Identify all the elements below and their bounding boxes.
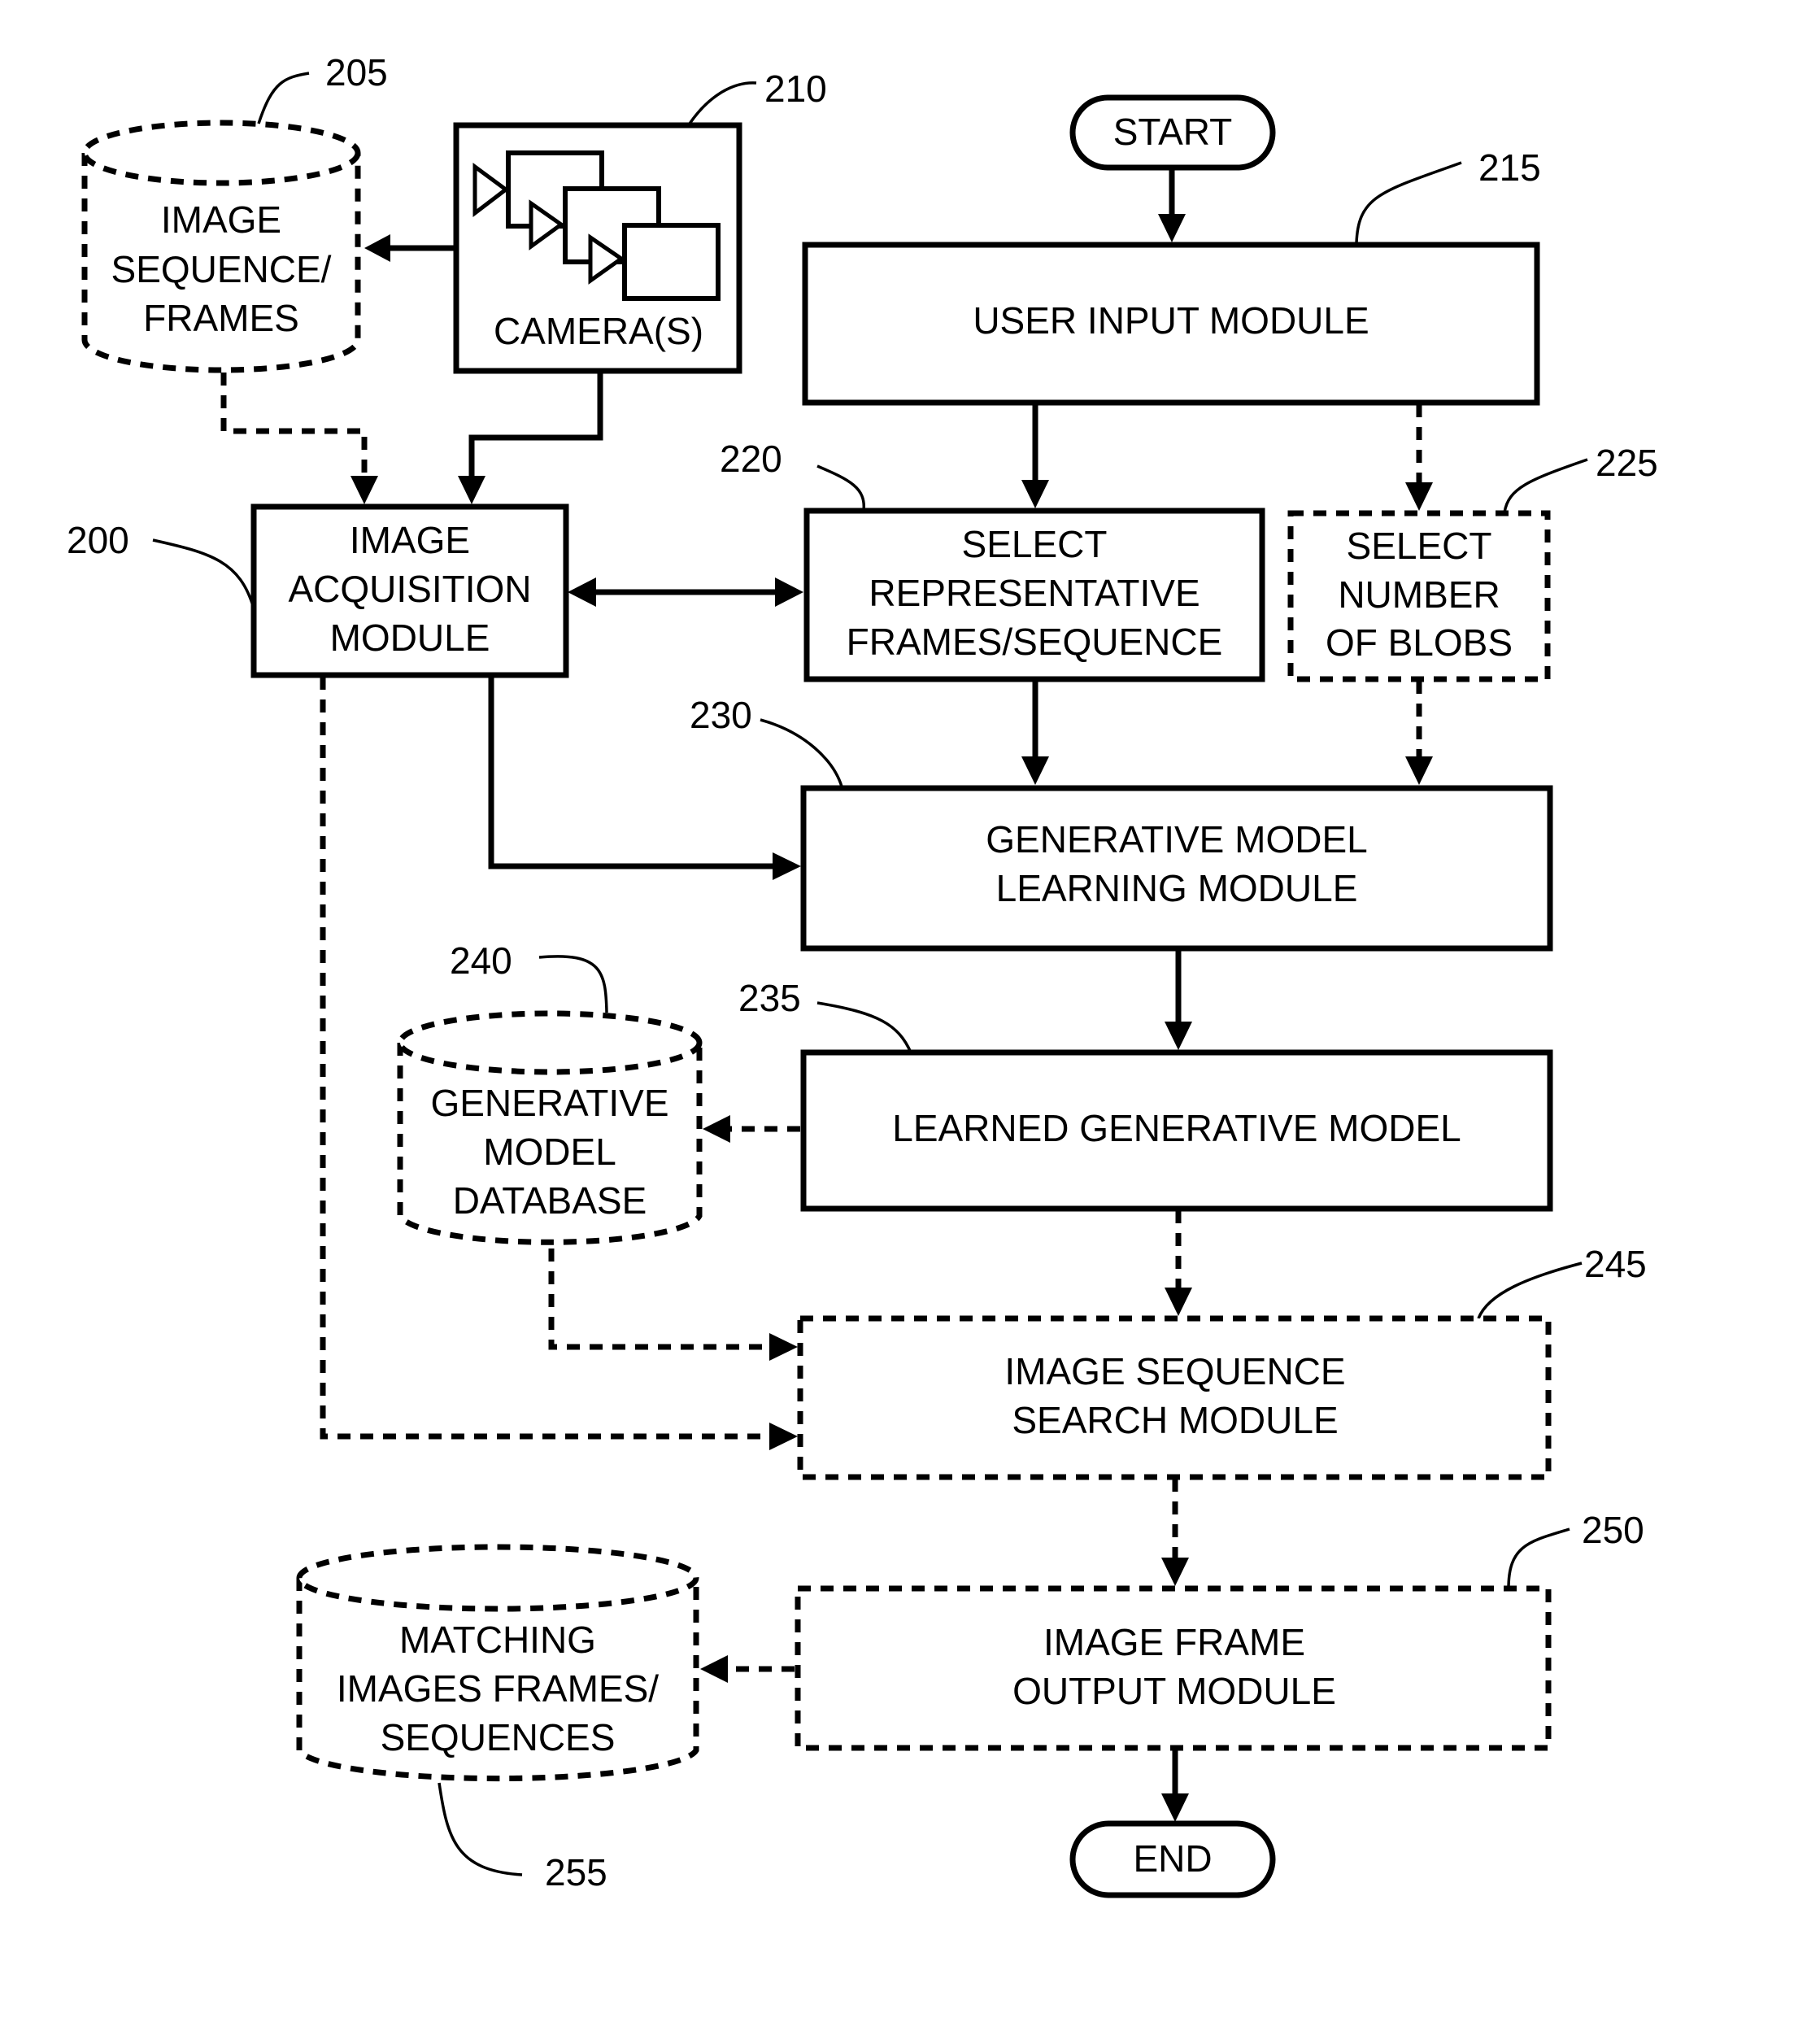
arrowhead	[1161, 1793, 1189, 1822]
leader-245	[1477, 1262, 1583, 1319]
arrowhead	[1158, 214, 1186, 242]
edge-cameras-to-acquisition	[468, 373, 603, 480]
select-representative-frames: SELECT REPRESENTATIVE FRAMES/SEQUENCE	[803, 508, 1265, 682]
ref-numeral-225: 225	[1596, 442, 1658, 484]
ref-numeral-255: 255	[545, 1851, 607, 1893]
node-label-line: SELECT	[1347, 525, 1492, 567]
learned-generative-model: LEARNED GENERATIVE MODEL	[800, 1049, 1553, 1212]
end-terminal: END	[1069, 1820, 1276, 1898]
edge-database-to-search	[548, 1248, 774, 1350]
node-label-line: LEARNED GENERATIVE MODEL	[892, 1107, 1461, 1149]
ref-numeral-220: 220	[720, 438, 782, 480]
edge-image-sequence-to-acquisition	[220, 373, 368, 480]
node-label-line: CAMERA(S)	[494, 310, 703, 352]
leader-255	[438, 1782, 523, 1876]
node-label-line: OF BLOBS	[1326, 621, 1513, 664]
leader-240	[538, 955, 608, 1013]
image-sequence-search-module: IMAGE SEQUENCE SEARCH MODULE	[797, 1315, 1552, 1480]
flowchart: START END IMAGE SEQUENCE/ FRAMES CAMERA(…	[67, 51, 1658, 1898]
node-label-line: MODULE	[330, 617, 490, 659]
arrowhead	[1021, 480, 1049, 508]
node-label-line: IMAGE	[350, 519, 470, 561]
arrowhead	[773, 852, 801, 880]
leader-220	[816, 464, 865, 512]
arrowhead	[769, 1333, 798, 1361]
arrowhead	[458, 476, 485, 504]
node-label-line: IMAGE SEQUENCE	[1004, 1350, 1345, 1392]
arrowhead	[1161, 1558, 1189, 1586]
ref-numeral-215: 215	[1478, 146, 1541, 189]
ref-numeral-240: 240	[450, 939, 512, 982]
node-label-line: ACQUISITION	[288, 568, 531, 610]
arrowhead	[351, 476, 378, 504]
arrowhead	[1405, 482, 1433, 511]
leader-250	[1507, 1527, 1570, 1589]
node-label-line: MATCHING	[399, 1619, 596, 1661]
arrowhead	[1405, 756, 1433, 785]
select-number-of-blobs: SELECT NUMBER OF BLOBS	[1287, 510, 1551, 682]
node-label-line: LEARNING MODULE	[996, 867, 1358, 909]
node-label-line: IMAGE	[161, 198, 281, 241]
ref-numeral-210: 210	[764, 68, 827, 110]
leader-205	[257, 72, 310, 124]
leader-235	[816, 1001, 912, 1053]
node-label-line: FRAMES	[143, 297, 299, 339]
node-label-line: REPRESENTATIVE	[869, 572, 1200, 614]
arrowhead	[364, 234, 390, 262]
node-label-line: SEQUENCES	[381, 1716, 616, 1758]
ref-numeral-230: 230	[690, 694, 752, 736]
node-label-line: OUTPUT MODULE	[1012, 1670, 1336, 1712]
leader-230	[760, 718, 843, 787]
node-label-line: FRAMES/SEQUENCE	[847, 621, 1223, 663]
ref-numeral-250: 250	[1582, 1509, 1644, 1551]
start-terminal: START	[1069, 94, 1276, 171]
arrowhead	[1165, 1288, 1192, 1316]
node-label-line: SELECT	[962, 523, 1108, 565]
leader-215	[1355, 161, 1462, 244]
arrowhead	[1021, 756, 1049, 785]
arrowhead	[775, 577, 803, 607]
start-label: START	[1113, 111, 1233, 153]
image-sequence-frames-database: IMAGE SEQUENCE/ FRAMES	[81, 120, 361, 373]
cameras-box: CAMERA(S)	[453, 122, 742, 374]
image-acquisition-module: IMAGE ACQUISITION MODULE	[250, 503, 569, 678]
generative-model-database: GENERATIVE MODEL DATABASE	[397, 1010, 703, 1245]
ref-numeral-205: 205	[325, 51, 388, 94]
user-input-module: USER INPUT MODULE	[802, 242, 1540, 406]
node-label-line: IMAGES FRAMES/	[337, 1667, 659, 1710]
node-label-line: USER INPUT MODULE	[973, 299, 1369, 342]
arrowhead	[703, 1115, 730, 1143]
node-label-line: SEQUENCE/	[111, 248, 332, 290]
ref-numeral-235: 235	[738, 977, 801, 1019]
image-frame-output-module: IMAGE FRAME OUTPUT MODULE	[795, 1585, 1552, 1751]
ref-numeral-245: 245	[1584, 1243, 1647, 1285]
generative-model-learning-module: GENERATIVE MODEL LEARNING MODULE	[800, 785, 1553, 952]
leader-210	[688, 81, 757, 124]
node-label-line: MODEL	[483, 1131, 616, 1173]
leader-225	[1503, 458, 1588, 513]
node-label-line: GENERATIVE MODEL	[986, 818, 1367, 861]
arrowhead	[568, 577, 596, 607]
node-label-line: SEARCH MODULE	[1012, 1399, 1338, 1441]
arrowhead	[1165, 1022, 1192, 1050]
arrowhead	[700, 1655, 728, 1683]
ref-numeral-200: 200	[67, 519, 129, 561]
leader-200	[152, 538, 255, 609]
node-label-line: GENERATIVE	[430, 1082, 668, 1124]
arrowhead	[769, 1423, 798, 1450]
end-label: END	[1133, 1837, 1212, 1880]
node-label-line: DATABASE	[453, 1179, 647, 1222]
node-label-line: NUMBER	[1338, 573, 1500, 616]
matching-frames-database: MATCHING IMAGES FRAMES/ SEQUENCES	[296, 1544, 699, 1782]
node-label-line: IMAGE FRAME	[1043, 1621, 1305, 1663]
